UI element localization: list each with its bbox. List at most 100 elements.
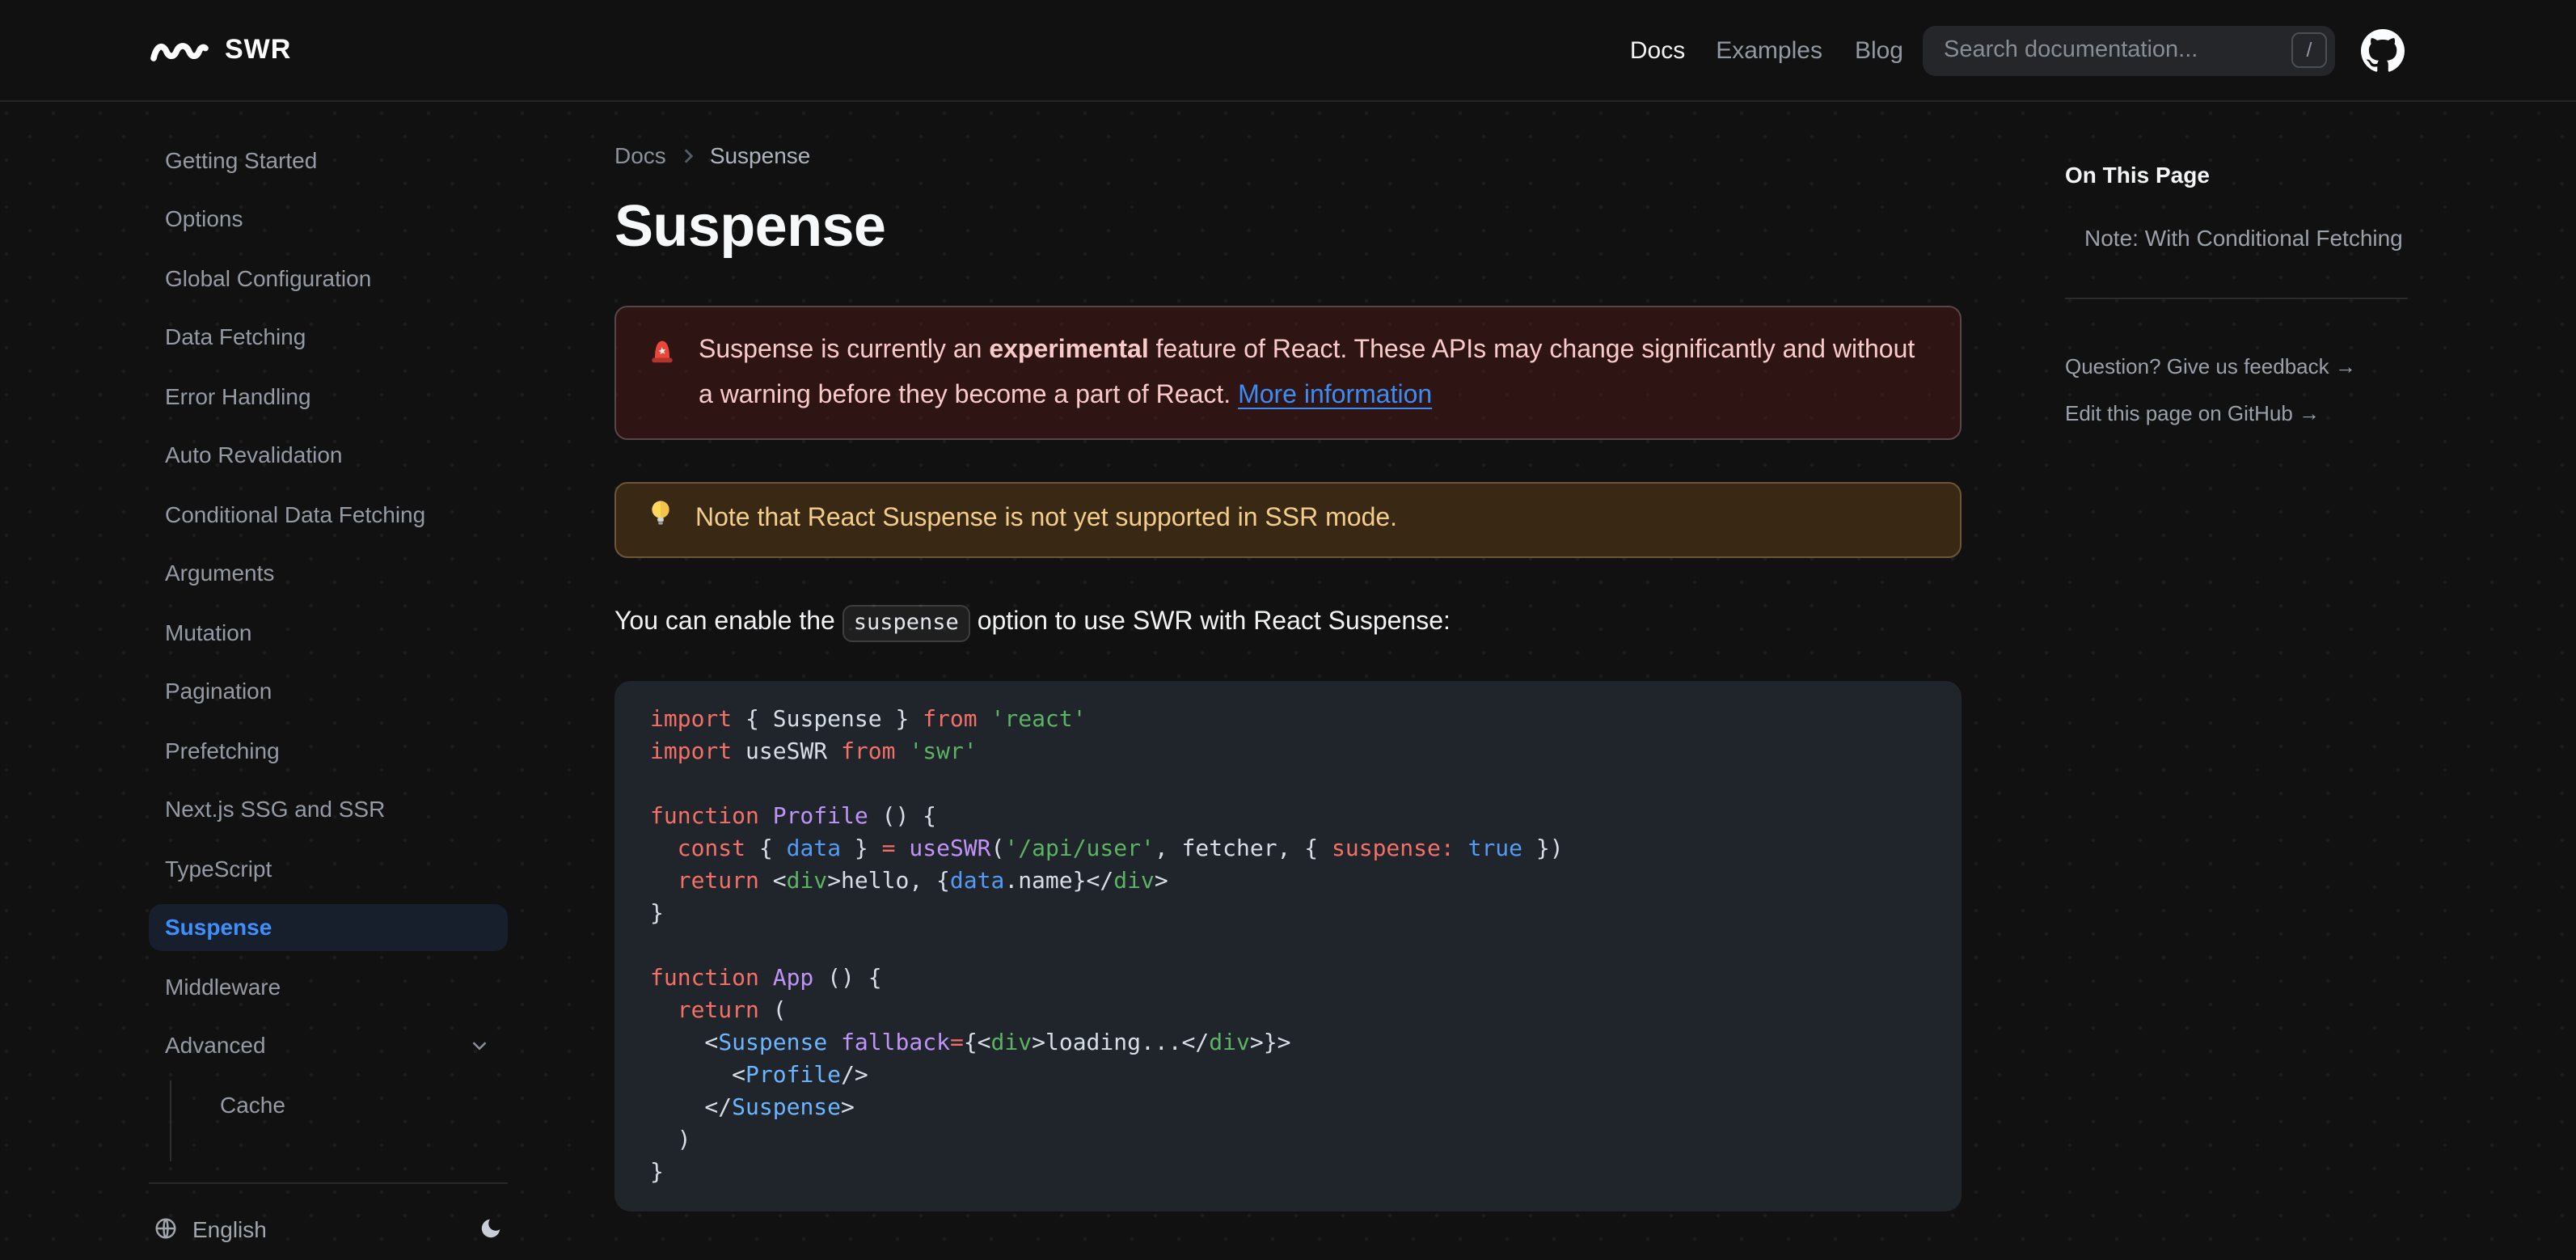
- top-navbar: SWR Docs Examples Blog /: [0, 0, 2576, 102]
- toc-heading: On This Page: [2065, 162, 2210, 188]
- sidebar-item-global-configuration[interactable]: Global Configuration: [149, 254, 508, 301]
- sidebar-item-cache[interactable]: Cache: [204, 1080, 508, 1127]
- edit-on-github-link[interactable]: Edit this page on GitHub →: [2065, 401, 2434, 425]
- sidebar-item-label: Middleware: [165, 973, 281, 999]
- page-title: Suspense: [614, 192, 886, 259]
- code-line: <Profile/>: [650, 1063, 868, 1089]
- language-label: English: [192, 1216, 267, 1241]
- moon-icon: [479, 1216, 503, 1241]
- theme-toggle[interactable]: [479, 1216, 503, 1241]
- code-line: }: [650, 1160, 664, 1186]
- paragraph-text-before: You can enable the: [614, 608, 842, 636]
- sidebar-item-label: Error Handling: [165, 383, 311, 408]
- swr-logo[interactable]: SWR: [150, 34, 291, 66]
- sidebar-item-typescript[interactable]: TypeScript: [149, 844, 508, 891]
- toc-divider: [2065, 298, 2408, 299]
- code-line: </Suspense>: [650, 1095, 855, 1121]
- sidebar-item-label: Data Fetching: [165, 323, 306, 349]
- sidebar-item-label: Cache: [220, 1091, 285, 1117]
- app-window: SWR Docs Examples Blog / Getting Start: [0, 0, 2576, 1260]
- logo-text: SWR: [225, 34, 292, 65]
- sidebar-item-advanced[interactable]: Advanced: [149, 1021, 508, 1068]
- sidebar-item-label: Arguments: [165, 560, 275, 586]
- sidebar-item-label: Getting Started: [165, 146, 318, 172]
- sidebar-item-prefetching[interactable]: Prefetching: [149, 726, 508, 773]
- nav-link-blog[interactable]: Blog: [1855, 36, 1903, 64]
- page-body: Getting Started Options Global Configurati…: [0, 102, 2576, 1260]
- sidebar-item-label: Next.js SSG and SSR: [165, 796, 386, 822]
- language-selector[interactable]: English: [154, 1216, 267, 1241]
- sidebar-item-middleware[interactable]: Middleware: [149, 962, 508, 1009]
- slash-shortcut-kbd: /: [2291, 32, 2327, 68]
- sidebar-item-error-handling[interactable]: Error Handling: [149, 372, 508, 419]
- sidebar-item-mutation[interactable]: Mutation: [149, 608, 508, 655]
- paragraph-text-after: option to use SWR with React Suspense:: [969, 608, 1451, 636]
- sidebar-item-pagination[interactable]: Pagination: [149, 667, 508, 714]
- sidebar-item-label: Mutation: [165, 619, 252, 645]
- chevron-down-icon: [467, 1033, 492, 1057]
- code-line: ): [650, 1127, 691, 1153]
- sidebar-item-label: Options: [165, 205, 243, 231]
- intro-paragraph: You can enable the suspense option to us…: [614, 605, 1962, 642]
- sidebar-item-label: Advanced: [165, 1032, 266, 1058]
- warning-text: Suspense is currently an experimental fe…: [699, 328, 1929, 417]
- code-line: const { data } = useSWR('/api/user', fet…: [650, 836, 1564, 862]
- sidebar-item-data-fetching[interactable]: Data Fetching: [149, 313, 508, 360]
- sidebar-nav: Getting Started Options Global Configurati…: [149, 136, 508, 1068]
- sidebar-footer: English: [149, 1205, 508, 1252]
- breadcrumb-current: Suspense: [709, 142, 811, 168]
- note-text: Note that React Suspense is not yet supp…: [695, 505, 1398, 532]
- sidebar-item-arguments[interactable]: Arguments: [149, 549, 508, 596]
- code-block[interactable]: import { Suspense } from 'react' import u…: [614, 681, 1962, 1211]
- nav-link-docs[interactable]: Docs: [1630, 36, 1685, 64]
- toc-item-conditional-fetching[interactable]: Note: With Conditional Fetching: [2065, 225, 2434, 251]
- code-line: function Profile () {: [650, 804, 937, 830]
- nav-link-examples[interactable]: Examples: [1716, 36, 1822, 64]
- github-icon: [2361, 28, 2405, 72]
- warning-text-bold: experimental: [989, 336, 1149, 364]
- warning-callout: Suspense is currently an experimental fe…: [614, 306, 1962, 440]
- code-line: return <div>hello, {data.name}</div>: [650, 869, 1168, 894]
- inline-code-suspense: suspense: [842, 605, 970, 642]
- sidebar-item-label: Prefetching: [165, 737, 280, 763]
- feedback-link[interactable]: Question? Give us feedback →: [2065, 354, 2434, 378]
- sidebar-item-label: TypeScript: [165, 855, 272, 881]
- chevron-right-icon: [678, 145, 699, 166]
- note-callout: Note that React Suspense is not yet supp…: [614, 482, 1962, 558]
- code-line: import useSWR from 'swr': [650, 739, 978, 765]
- sidebar-item-label: Pagination: [165, 678, 272, 704]
- sidebar-item-auto-revalidation[interactable]: Auto Revalidation: [149, 431, 508, 478]
- sidebar-item-label: Auto Revalidation: [165, 442, 343, 467]
- code-line: return (: [650, 998, 787, 1024]
- siren-light-icon: [647, 328, 678, 417]
- code-line: import { Suspense } from 'react': [650, 707, 1087, 733]
- sidebar-divider: [149, 1182, 508, 1184]
- sidebar-item-conditional-data-fetching[interactable]: Conditional Data Fetching: [149, 490, 508, 537]
- globe-icon: [154, 1216, 178, 1241]
- swr-wave-icon: [150, 40, 209, 61]
- sidebar: Getting Started Options Global Configurati…: [149, 102, 508, 1252]
- sidebar-item-label: Conditional Data Fetching: [165, 501, 426, 526]
- lightbulb-icon: [647, 497, 674, 543]
- github-link[interactable]: [2361, 28, 2405, 72]
- search-box[interactable]: /: [1923, 25, 2335, 75]
- search-input[interactable]: [1944, 37, 2291, 63]
- sidebar-item-nextjs-ssg-and-ssr[interactable]: Next.js SSG and SSR: [149, 785, 508, 832]
- breadcrumb: Docs Suspense: [614, 102, 1962, 168]
- sidebar-item-getting-started[interactable]: Getting Started: [149, 136, 508, 183]
- warning-text-before: Suspense is currently an: [699, 336, 990, 364]
- sidebar-item-label: Global Configuration: [165, 264, 372, 290]
- sidebar-item-suspense[interactable]: Suspense: [149, 903, 508, 950]
- code-line: function App () {: [650, 966, 882, 992]
- sidebar-item-options[interactable]: Options: [149, 195, 508, 242]
- toc-panel: On This Page Note: With Conditional Fetc…: [2065, 102, 2434, 425]
- sidebar-subtree: Cache: [170, 1080, 508, 1161]
- code-line: }: [650, 901, 664, 927]
- code-line: <Suspense fallback={<div>loading...</div…: [650, 1030, 1291, 1056]
- breadcrumb-docs[interactable]: Docs: [614, 142, 666, 168]
- more-information-link[interactable]: More information: [1238, 374, 1432, 417]
- sidebar-item-label: Suspense: [165, 914, 272, 940]
- main-content: Docs Suspense Suspense Suspense is curre…: [614, 102, 1962, 1211]
